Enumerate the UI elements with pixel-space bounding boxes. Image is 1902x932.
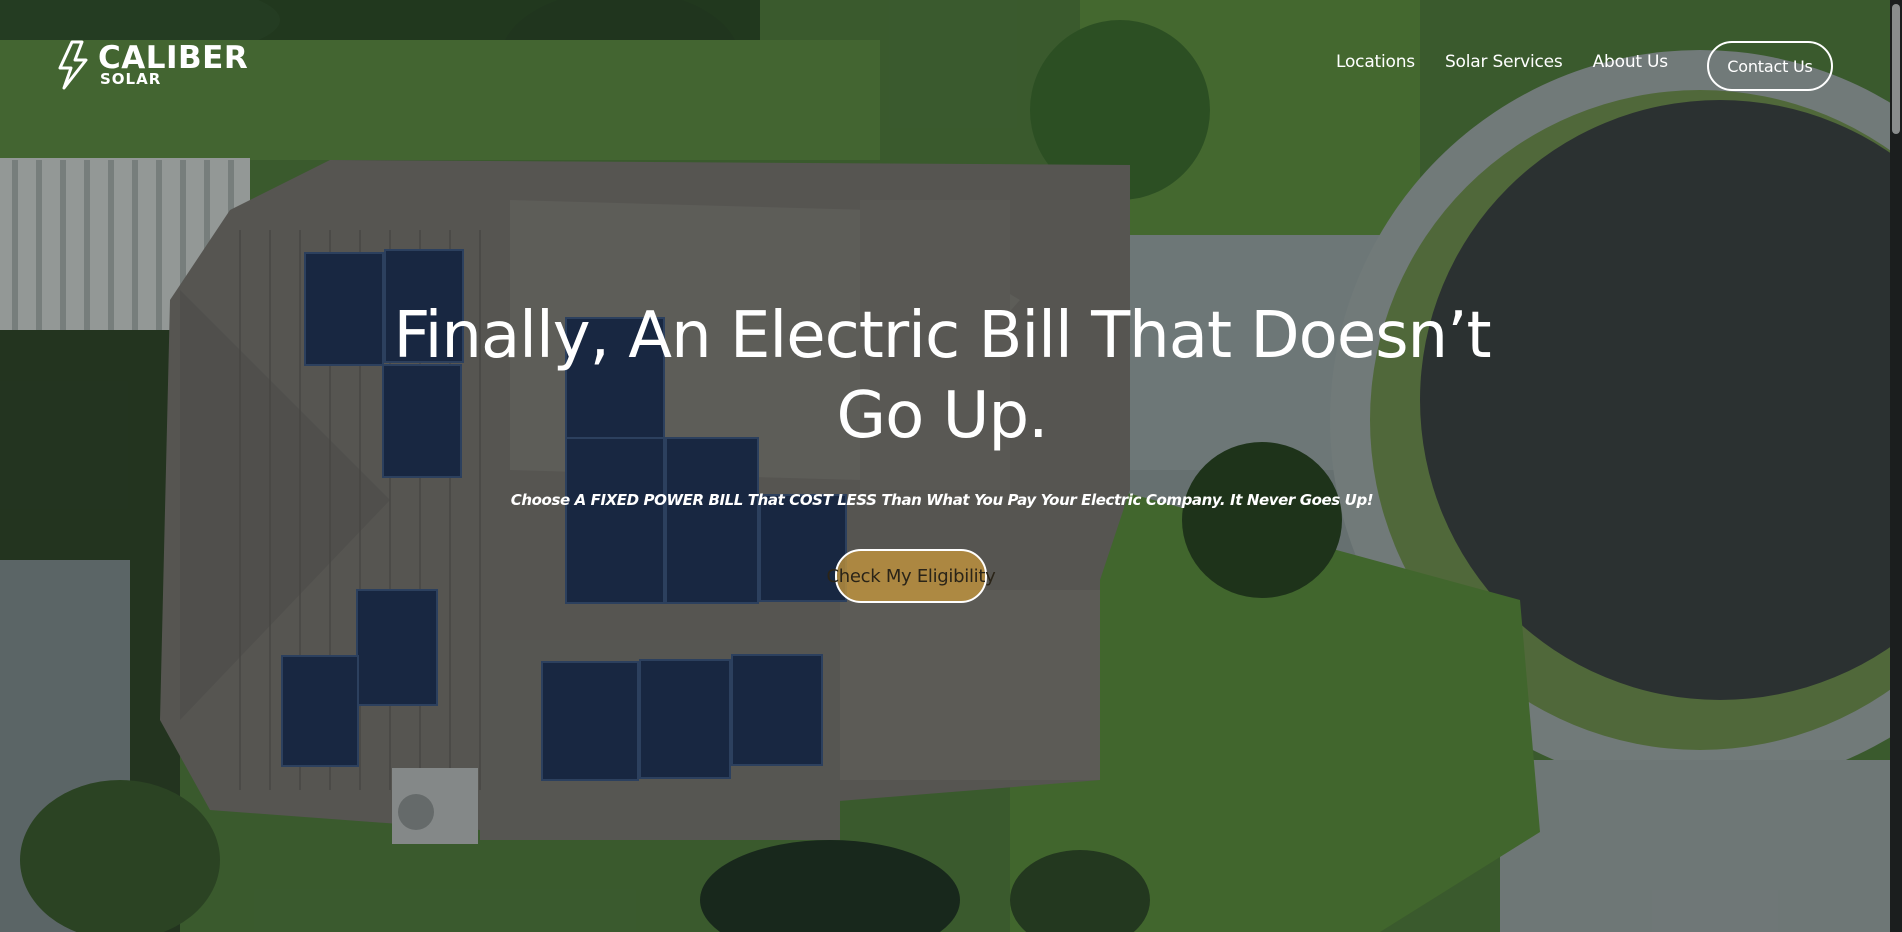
landing-page: CALIBER SOLAR Locations Solar Services A… [0,0,1902,932]
page-scrollbar[interactable] [1890,0,1902,932]
check-eligibility-button[interactable]: Check My Eligibility [827,549,996,603]
main-nav: Locations Solar Services About Us [1336,52,1668,72]
background-dim-overlay [0,0,1902,932]
brand-wordmark: CALIBER SOLAR [98,43,248,87]
hero-title: Finally, An Electric Bill That Doesn’t G… [393,299,1491,453]
brand-logo[interactable]: CALIBER SOLAR [56,40,248,90]
contact-us-button[interactable]: Contact Us [1707,41,1833,91]
nav-item-solar-services[interactable]: Solar Services [1445,52,1563,72]
hero-subtitle: Choose A FIXED POWER BILL That COST LESS… [510,491,1374,509]
nav-item-about-us[interactable]: About Us [1593,52,1669,72]
scrollbar-thumb[interactable] [1892,4,1900,134]
lightning-bolt-icon [58,40,88,90]
nav-item-locations[interactable]: Locations [1336,52,1415,72]
brand-tagline: SOLAR [100,70,162,88]
